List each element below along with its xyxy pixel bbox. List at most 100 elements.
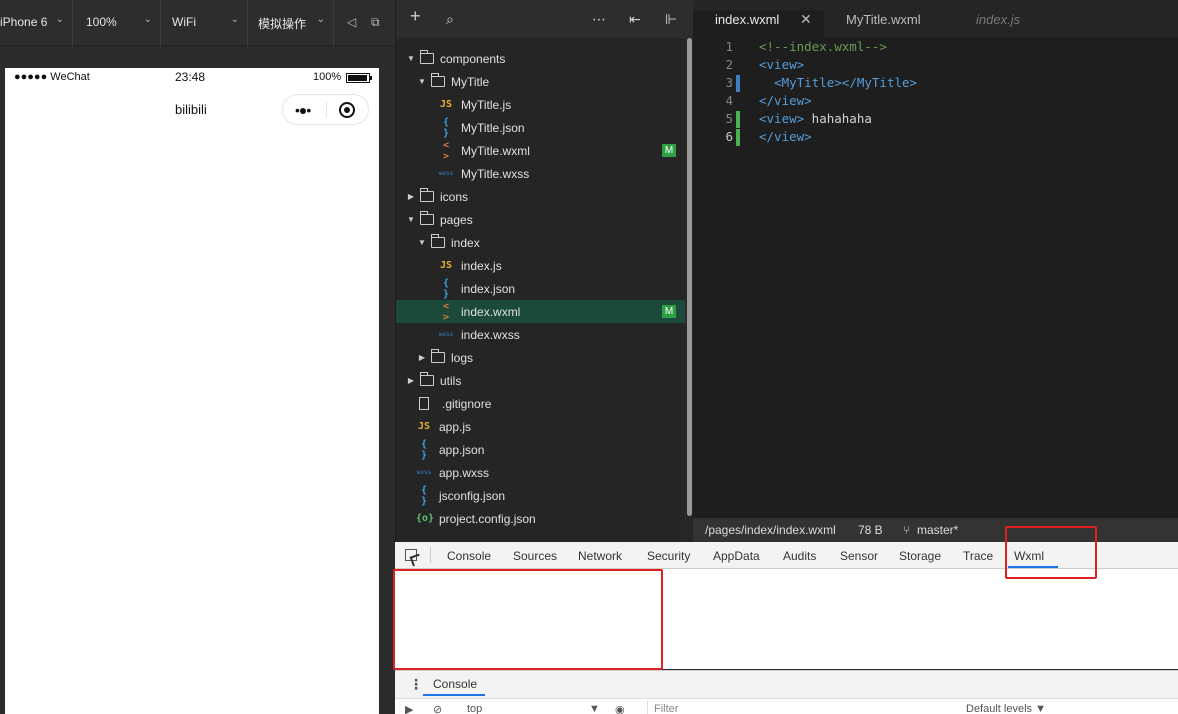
devtools-tab-network[interactable]: Network <box>578 549 622 563</box>
drawer-tab-console[interactable]: Console <box>433 677 477 691</box>
tree-item-label: app.wxss <box>439 465 490 480</box>
code-editor[interactable]: 1 <!--index.wxml--> 2 <view> 3 <MyTitle></My… <box>693 38 1178 518</box>
zoom-select[interactable]: 100% ⌄ <box>73 0 161 46</box>
scrollbar-thumb[interactable] <box>687 38 692 516</box>
context-select[interactable]: top <box>467 703 482 714</box>
tree-file[interactable]: < > index.wxml M <box>396 300 685 323</box>
line-number: 4 <box>725 93 733 108</box>
inspect-element-icon[interactable] <box>405 549 417 561</box>
tree-folder[interactable]: ▼ MyTitle <box>396 70 685 93</box>
git-change-marker <box>736 129 740 146</box>
devtools-tab-audits[interactable]: Audits <box>783 549 816 563</box>
collapsed-arrow-icon[interactable]: ▶ <box>406 192 416 201</box>
devtools-tab-sources[interactable]: Sources <box>513 549 557 563</box>
expanded-arrow-icon[interactable]: ▼ <box>406 215 416 224</box>
collapsed-arrow-icon[interactable]: ▶ <box>406 376 416 385</box>
network-select[interactable]: WiFi ⌄ <box>161 0 248 46</box>
code-line[interactable]: <view> hahahaha <box>759 111 872 126</box>
simulator-toolbar: iPhone 6 ⌄ 100% ⌄ WiFi ⌄ 模拟操作 ⌄ ◁ ⧉ <box>0 0 395 46</box>
chevron-down-icon: ⌄ <box>230 14 239 25</box>
phone-status-bar: ●●●●● WeChat 23:48 100% <box>5 68 379 88</box>
tree-folder[interactable]: ▶ icons <box>396 185 685 208</box>
tree-file[interactable]: { } index.json <box>396 277 685 300</box>
code-line[interactable]: <view> <box>759 57 804 72</box>
tree-folder[interactable]: ▶ logs <box>396 346 685 369</box>
tree-file[interactable]: {o} project.config.json <box>396 507 685 530</box>
network-label: WiFi <box>172 15 196 29</box>
expanded-arrow-icon[interactable]: ▼ <box>406 54 416 63</box>
tree-file[interactable]: { } app.json <box>396 438 685 461</box>
expanded-arrow-icon[interactable]: ▼ <box>417 77 427 86</box>
code-token: <view> <box>759 111 805 126</box>
expanded-arrow-icon[interactable]: ▼ <box>417 238 427 247</box>
zoom-label: 100% <box>86 15 117 29</box>
tree-file[interactable]: wxss app.wxss <box>396 461 685 484</box>
tree-file[interactable]: { } MyTitle.json <box>396 116 685 139</box>
tree-folder[interactable]: ▼ components <box>396 47 685 70</box>
sidebar-toggle-icon[interactable]: ▶ <box>405 703 413 714</box>
tree-file[interactable]: { } jsconfig.json <box>396 484 685 507</box>
devtools-tab-trace[interactable]: Trace <box>963 549 993 563</box>
more-icon[interactable]: ⋯ <box>592 12 606 26</box>
eye-icon[interactable]: ◉ <box>615 703 625 714</box>
tree-file[interactable]: JS MyTitle.js <box>396 93 685 116</box>
operation-label: 模拟操作 <box>258 17 307 31</box>
devtools-window: iPhone 6 ⌄ 100% ⌄ WiFi ⌄ 模拟操作 ⌄ ◁ ⧉ + ⌕ … <box>0 0 1178 714</box>
tree-folder[interactable]: ▼ index <box>396 231 685 254</box>
split-icon[interactable]: ⊩ <box>665 12 677 26</box>
tab-index-wxml[interactable]: index.wxml <box>715 12 779 27</box>
tree-item-label: app.json <box>439 442 485 457</box>
tree-file[interactable]: .gitignore <box>396 392 685 415</box>
add-icon[interactable]: + <box>410 7 421 25</box>
devtools-tab-console[interactable]: Console <box>447 549 491 563</box>
kebab-menu-icon[interactable]: ⋮ <box>409 677 423 691</box>
folder-icon <box>420 211 434 225</box>
collapse-icon[interactable]: ⇤ <box>629 12 641 26</box>
code-line[interactable]: </view> <box>759 93 812 108</box>
code-line[interactable]: <!--index.wxml--> <box>759 39 887 54</box>
tree-folder[interactable]: ▶ utils <box>396 369 685 392</box>
json-file-icon: { } <box>420 438 428 461</box>
chevron-down-icon: ⌄ <box>316 14 325 25</box>
close-miniprogram-icon[interactable] <box>339 102 355 118</box>
close-icon[interactable]: ✕ <box>800 11 812 28</box>
devtools-tab-sensor[interactable]: Sensor <box>840 549 878 563</box>
log-levels-select[interactable]: Default levels ▼ <box>966 703 1046 714</box>
device-select[interactable]: iPhone 6 ⌄ <box>0 0 73 46</box>
tree-file[interactable]: wxss index.wxss <box>396 323 685 346</box>
branch-icon: ⑂ <box>903 523 911 537</box>
code-token: <view> <box>759 57 805 72</box>
line-number: 3 <box>725 75 733 90</box>
filter-input[interactable]: Filter <box>647 701 957 714</box>
wxss-file-icon: wxss <box>438 170 454 177</box>
tree-item-label: index.wxml <box>461 304 521 319</box>
code-line[interactable]: <MyTitle></MyTitle> <box>759 75 917 90</box>
tree-file[interactable]: JS app.js <box>396 415 685 438</box>
clear-console-icon[interactable]: ⊘ <box>433 703 442 714</box>
tree-file[interactable]: JS index.js <box>396 254 685 277</box>
collapsed-arrow-icon[interactable]: ▶ <box>417 353 427 362</box>
code-line[interactable]: </view> <box>759 129 812 144</box>
search-icon[interactable]: ⌕ <box>446 12 454 26</box>
tree-file[interactable]: < > MyTitle.wxml M <box>396 139 685 162</box>
more-dots-icon[interactable]: •●• <box>295 102 311 118</box>
devtools-tab-appdata[interactable]: AppData <box>713 549 760 563</box>
devtools-tab-storage[interactable]: Storage <box>899 549 941 563</box>
branch-label[interactable]: master* <box>917 523 958 537</box>
console-drawer: ⋮ Console ▶ ⊘ top ▼ ◉ Filter Default lev… <box>395 670 1178 714</box>
json-file-icon: { } <box>442 277 450 300</box>
window-icon[interactable]: ⧉ <box>371 15 380 30</box>
volume-icon[interactable]: ◁ <box>347 15 356 29</box>
tree-item-label: app.js <box>439 419 472 434</box>
tab-index-js[interactable]: index.js <box>976 12 1020 27</box>
tree-file[interactable]: wxss MyTitle.wxss <box>396 162 685 185</box>
phone-screen[interactable]: ●●●●● WeChat 23:48 100% bilibili •●• <box>5 68 379 714</box>
tree-folder[interactable]: ▼ pages <box>396 208 685 231</box>
file-explorer-scrollbar[interactable] <box>686 38 693 542</box>
json-file-icon: { } <box>442 116 450 139</box>
tab-mytitle-wxml[interactable]: MyTitle.wxml <box>846 12 921 27</box>
operation-select[interactable]: 模拟操作 ⌄ <box>248 0 334 46</box>
code-token: </view> <box>759 129 812 144</box>
devtools-tab-security[interactable]: Security <box>647 549 690 563</box>
